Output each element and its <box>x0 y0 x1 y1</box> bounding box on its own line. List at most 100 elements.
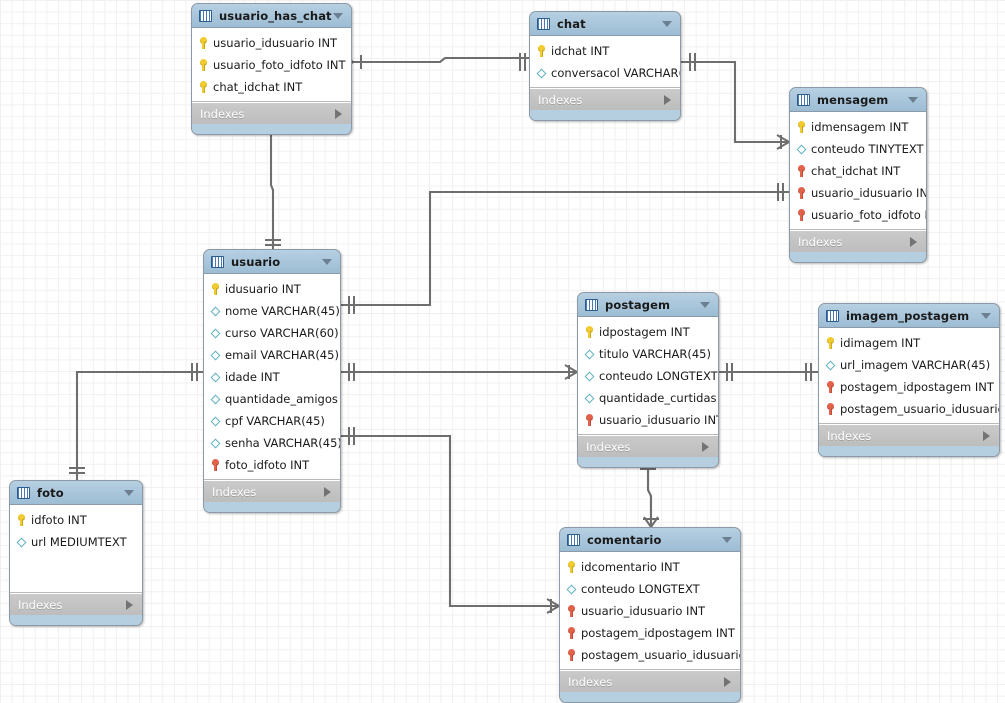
foreign-key-icon <box>825 380 836 394</box>
indexes-label: Indexes <box>798 234 843 249</box>
table-title: chat <box>557 16 586 31</box>
column-row[interactable]: conteudo LONGTEXT <box>578 365 718 387</box>
table-icon <box>826 309 839 322</box>
chevron-down-icon[interactable] <box>333 12 343 19</box>
column-row[interactable]: postagem_usuario_idusuario INT <box>560 644 740 666</box>
column-row[interactable]: nome VARCHAR(45) <box>204 300 340 322</box>
column-diamond-icon <box>796 142 807 156</box>
indexes-section-usuario[interactable]: Indexes <box>204 480 340 502</box>
table-imagem_postagem[interactable]: imagem_postagem idimagem INT url_imagem VA… <box>818 303 1000 457</box>
column-row[interactable]: foto_idfoto INT <box>204 454 340 476</box>
column-row[interactable]: chat_idchat INT <box>192 76 351 98</box>
column-label: titulo VARCHAR(45) <box>599 347 711 361</box>
column-row[interactable]: postagem_idpostagem INT <box>560 622 740 644</box>
table-usuario[interactable]: usuario idusuario INT nome VARCHAR(45) curs… <box>203 249 341 513</box>
column-row[interactable]: idimagem INT <box>819 332 999 354</box>
indexes-section-imagem_postagem[interactable]: Indexes <box>819 424 999 446</box>
er-diagram-canvas[interactable]: usuario_has_chat usuario_idusuario INT usu… <box>0 0 1005 703</box>
column-row[interactable]: usuario_idusuario INT <box>560 600 740 622</box>
column-diamond-icon <box>584 391 595 405</box>
column-row[interactable]: postagem_usuario_idusuario INT <box>819 398 999 420</box>
table-postagem[interactable]: postagem idpostagem INT titulo VARCHAR(45)… <box>577 292 719 468</box>
indexes-label: Indexes <box>200 106 245 121</box>
indexes-section-comentario[interactable]: Indexes <box>560 670 740 692</box>
chevron-right-icon[interactable] <box>324 486 331 497</box>
foreign-key-icon <box>796 186 807 200</box>
column-row[interactable]: quantidade_curtidas INT <box>578 387 718 409</box>
column-row[interactable]: usuario_idusuario INT <box>790 182 926 204</box>
chevron-down-icon[interactable] <box>981 312 991 319</box>
column-row[interactable]: chat_idchat INT <box>790 160 926 182</box>
table-icon <box>797 93 810 106</box>
indexes-section-foto[interactable]: Indexes <box>10 593 142 615</box>
column-label: conteudo LONGTEXT <box>599 369 718 383</box>
table-foto[interactable]: foto idfoto INT url MEDIUMTEXT Indexes <box>9 480 143 626</box>
primary-key-icon <box>566 560 577 574</box>
column-row[interactable]: idade INT <box>204 366 340 388</box>
table-header-comentario[interactable]: comentario <box>560 528 740 552</box>
column-row[interactable]: usuario_foto_idfoto INT <box>790 204 926 226</box>
column-row[interactable]: idcomentario INT <box>560 556 740 578</box>
column-row[interactable]: url MEDIUMTEXT <box>10 531 142 553</box>
table-header-usuario[interactable]: usuario <box>204 250 340 274</box>
indexes-section-postagem[interactable]: Indexes <box>578 435 718 457</box>
chevron-right-icon[interactable] <box>983 430 990 441</box>
chevron-right-icon[interactable] <box>910 236 917 247</box>
column-row[interactable]: idpostagem INT <box>578 321 718 343</box>
table-chat[interactable]: chat idchat INT conversacol VARCHAR(45) Ind… <box>529 11 681 121</box>
primary-key-icon <box>198 58 209 72</box>
column-label: url MEDIUMTEXT <box>31 535 127 549</box>
chevron-down-icon[interactable] <box>908 96 918 103</box>
column-diamond-icon <box>210 414 221 428</box>
chevron-right-icon[interactable] <box>664 94 671 105</box>
column-row[interactable]: titulo VARCHAR(45) <box>578 343 718 365</box>
column-label: cpf VARCHAR(45) <box>225 414 325 428</box>
chevron-right-icon[interactable] <box>702 441 709 452</box>
relationship-usuario-postagem <box>341 363 578 381</box>
column-label: conteudo LONGTEXT <box>581 582 700 596</box>
column-row[interactable]: quantidade_amigos INT <box>204 388 340 410</box>
column-row[interactable]: idmensagem INT <box>790 116 926 138</box>
table-header-mensagem[interactable]: mensagem <box>790 88 926 112</box>
column-label: quantidade_curtidas INT <box>599 391 718 405</box>
chevron-down-icon[interactable] <box>124 489 134 496</box>
column-row[interactable]: idusuario INT <box>204 278 340 300</box>
column-row[interactable]: curso VARCHAR(60) <box>204 322 340 344</box>
indexes-section-usuario_has_chat[interactable]: Indexes <box>192 102 351 124</box>
column-diamond-icon <box>536 66 547 80</box>
column-row[interactable]: usuario_foto_idfoto INT <box>192 54 351 76</box>
table-header-imagem_postagem[interactable]: imagem_postagem <box>819 304 999 328</box>
primary-key-icon <box>210 282 221 296</box>
chevron-right-icon[interactable] <box>724 676 731 687</box>
chevron-down-icon[interactable] <box>722 536 732 543</box>
chevron-right-icon[interactable] <box>126 599 133 610</box>
table-header-chat[interactable]: chat <box>530 12 680 36</box>
column-row[interactable]: conversacol VARCHAR(45) <box>530 62 680 84</box>
column-row[interactable]: idchat INT <box>530 40 680 62</box>
column-diamond-icon <box>210 304 221 318</box>
column-row[interactable]: email VARCHAR(45) <box>204 344 340 366</box>
column-row[interactable]: usuario_idusuario INT <box>192 32 351 54</box>
chevron-down-icon[interactable] <box>662 20 672 27</box>
table-header-foto[interactable]: foto <box>10 481 142 505</box>
table-header-usuario_has_chat[interactable]: usuario_has_chat <box>192 4 351 28</box>
column-row[interactable]: senha VARCHAR(45) <box>204 432 340 454</box>
column-row[interactable]: conteudo TINYTEXT <box>790 138 926 160</box>
table-usuario_has_chat[interactable]: usuario_has_chat usuario_idusuario INT usu… <box>191 3 352 135</box>
indexes-section-chat[interactable]: Indexes <box>530 88 680 110</box>
chevron-right-icon[interactable] <box>335 108 342 119</box>
chevron-down-icon[interactable] <box>700 301 710 308</box>
foreign-key-icon <box>566 648 577 662</box>
column-row[interactable]: postagem_idpostagem INT <box>819 376 999 398</box>
column-row[interactable]: usuario_idusuario INT <box>578 409 718 431</box>
chevron-down-icon[interactable] <box>322 258 332 265</box>
column-row[interactable]: idfoto INT <box>10 509 142 531</box>
column-row[interactable]: url_imagem VARCHAR(45) <box>819 354 999 376</box>
indexes-section-mensagem[interactable]: Indexes <box>790 230 926 252</box>
column-row[interactable]: cpf VARCHAR(45) <box>204 410 340 432</box>
table-mensagem[interactable]: mensagem idmensagem INT conteudo TINYTEXT c… <box>789 87 927 263</box>
table-header-postagem[interactable]: postagem <box>578 293 718 317</box>
table-columns-chat: idchat INT conversacol VARCHAR(45) <box>530 36 680 88</box>
column-row[interactable]: conteudo LONGTEXT <box>560 578 740 600</box>
table-comentario[interactable]: comentario idcomentario INT conteudo LONGT… <box>559 527 741 703</box>
